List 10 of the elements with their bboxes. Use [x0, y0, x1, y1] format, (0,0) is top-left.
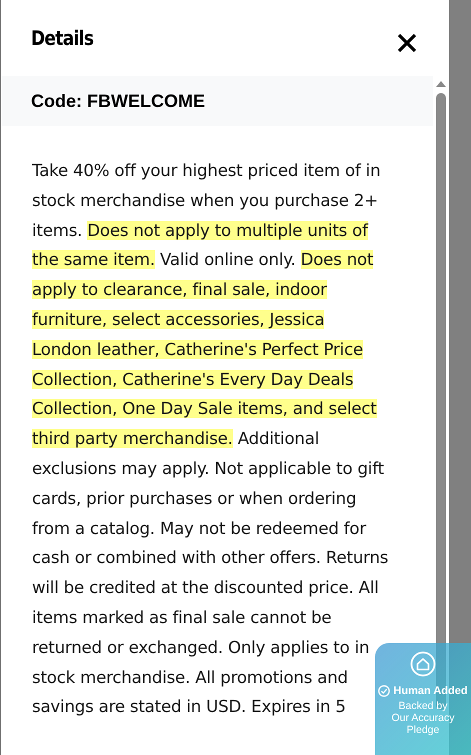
badge-subtitle: Backed by	[398, 700, 448, 712]
home-icon	[410, 651, 436, 677]
check-icon	[378, 685, 390, 697]
close-icon	[397, 33, 417, 53]
panel-title: Details	[31, 26, 94, 50]
scroll-up-icon[interactable]	[435, 80, 447, 88]
badge-title: Human Added	[393, 685, 468, 697]
verification-badge[interactable]: Human Added Backed by Our Accuracy Pledge	[375, 643, 471, 755]
pledge-label: Our Accuracy Pledge	[390, 712, 456, 736]
promo-code: Code: FBWELCOME	[31, 90, 205, 112]
